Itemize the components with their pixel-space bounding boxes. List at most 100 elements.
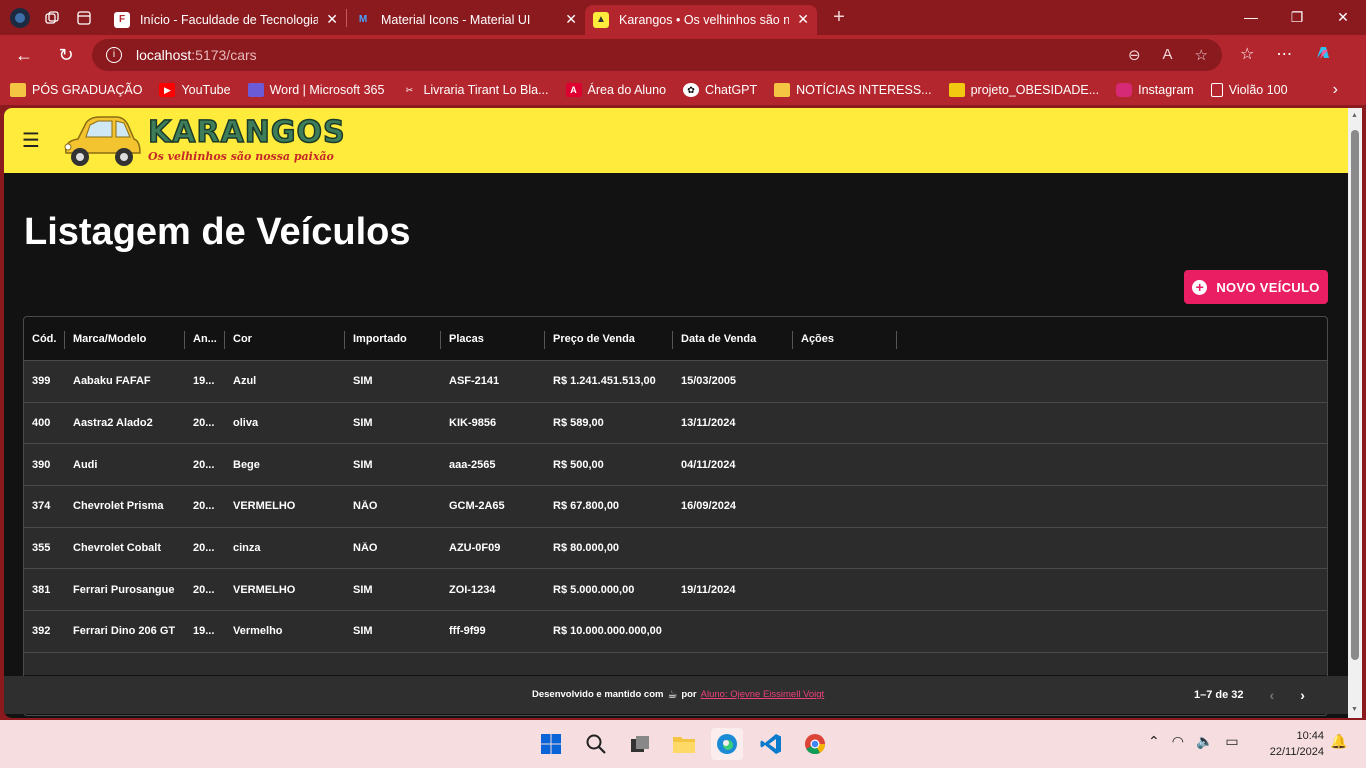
column-separator[interactable] [896,331,897,349]
bookmark-pos-graduacao[interactable]: PÓS GRADUAÇÃO [10,83,142,97]
bookmark-livraria[interactable]: ✂ Livraria Tirant Lo Bla... [401,83,549,97]
table-row[interactable]: 374 Chevrolet Prisma 20... VERMELHO NÃO … [24,486,1327,528]
cell-placa: KIK-9856 [449,417,497,430]
bookmark-area-aluno[interactable]: A Área do Aluno [565,83,666,97]
power-bi-icon [948,83,965,97]
scroll-down-icon[interactable]: ▼ [1351,706,1358,713]
url-input[interactable]: i localhost:5173/cars ⊖ A ☆ [92,39,1222,71]
author-link[interactable]: Aluno: Ojevne Eissimell Voigt [701,689,825,700]
copilot-icon[interactable] [1314,44,1332,67]
favorites-icon[interactable]: ☆ [1240,44,1254,67]
bookmark-instagram[interactable]: Instagram [1116,83,1194,97]
browser-tab-karangos[interactable]: ▲ Karangos • Os velhinhos são nossa ✕ [585,4,817,35]
scroll-thumb[interactable] [1351,130,1359,660]
bookmark-youtube[interactable]: ▶ YouTube [159,83,231,97]
next-page-icon[interactable]: › [1300,687,1305,703]
page-footer: Desenvolvido e mantido com ☕ por Aluno: … [4,676,1348,714]
edge-browser-icon[interactable] [711,728,743,760]
search-icon[interactable] [580,728,612,760]
column-header-data-venda[interactable]: Data de Venda [673,317,793,360]
column-header-acoes[interactable]: Ações [793,317,897,360]
zoom-icon[interactable]: ⊖ [1128,46,1141,64]
tab-title: Karangos • Os velhinhos são nossa [619,12,790,27]
browser-tab-material-icons[interactable]: M Material Icons - Material UI ✕ [347,5,585,35]
close-tab-icon[interactable]: ✕ [565,11,577,28]
close-tab-icon[interactable]: ✕ [797,11,809,28]
taskbar-clock[interactable]: 10:44 22/11/2024 [1258,728,1324,760]
bookmark-noticias[interactable]: NOTÍCIAS INTERESS... [774,83,932,97]
browser-tab-fatec[interactable]: F Início - Faculdade de Tecnologia de ✕ [106,5,346,35]
read-aloud-icon[interactable]: A [1163,46,1173,64]
table-row[interactable]: 381 Ferrari Purosangue 20... VERMELHO SI… [24,569,1327,612]
cell-preco: R$ 80.000,00 [553,542,620,555]
vscode-icon[interactable] [755,728,787,760]
windows-taskbar: ⌃ ◠ 🔈 ▭ 10:44 22/11/2024 🔔 [0,720,1366,768]
task-view-icon[interactable] [624,728,656,760]
tab-actions-icon[interactable] [68,2,100,34]
bookmark-label: ChatGPT [705,83,758,97]
close-window-icon[interactable]: ✕ [1320,9,1366,26]
file-explorer-icon[interactable] [668,728,700,760]
workspaces-icon[interactable] [36,2,68,34]
window-controls: — ❐ ✕ [1228,9,1366,26]
bookmark-label: PÓS GRADUAÇÃO [32,83,143,97]
cell-preco: R$ 67.800,00 [553,500,620,513]
karangos-logo[interactable]: KARANGOS Os velhinhos são nossa paixão [60,113,346,169]
table-row[interactable]: 399 Aabaku FAFAF 19... Azul SIM ASF-2141… [24,361,1327,403]
table-row[interactable]: 400 Aastra2 Alado2 20... oliva SIM KIK-9… [24,402,1327,445]
minimize-icon[interactable]: — [1228,9,1274,26]
page-scrollbar[interactable]: ▲ ▼ [1348,108,1362,718]
cell-data: 16/09/2024 [681,500,737,513]
new-tab-icon[interactable]: + [823,2,855,34]
url-host: localhost [136,47,192,63]
favorite-star-icon[interactable]: ☆ [1195,46,1208,64]
previous-page-icon[interactable]: ‹ [1270,687,1275,703]
notification-bell-icon[interactable]: 🔔 [1330,733,1347,750]
column-header-cor[interactable]: Cor [225,317,345,360]
volume-icon[interactable]: 🔈 [1196,733,1213,750]
cell-ano: 20... [193,458,215,471]
cell-importado: NÃO [353,542,378,555]
wifi-icon[interactable]: ◠ [1172,733,1184,750]
more-options-icon[interactable]: ⋯ [1276,44,1292,67]
refresh-icon[interactable]: ↻ [48,39,84,71]
chrome-icon[interactable] [799,728,831,760]
table-row[interactable]: 392 Ferrari Dino 206 GT 19... Vermelho S… [24,611,1327,653]
cell-cod: 390 [32,458,51,471]
back-icon[interactable]: ← [6,39,42,71]
cell-importado: SIM [353,417,373,430]
bookmark-chatgpt[interactable]: ✿ ChatGPT [683,83,757,97]
table-row[interactable]: 355 Chevrolet Cobalt 20... cinza NÃO AZU… [24,527,1327,570]
scroll-up-icon[interactable]: ▲ [1351,112,1358,119]
cell-preco: R$ 500,00 [553,458,604,471]
battery-icon[interactable]: ▭ [1225,733,1238,750]
maximize-icon[interactable]: ❐ [1274,9,1320,26]
table-row[interactable]: 390 Audi 20... Bege SIM aaa-2565 R$ 500,… [24,444,1327,487]
menu-icon[interactable]: ☰ [22,128,46,153]
chevron-up-icon[interactable]: ⌃ [1148,733,1160,750]
fatec-favicon-icon: F [114,11,130,28]
column-header-placas[interactable]: Placas [441,317,545,360]
footer-by: por [681,689,697,700]
bookmark-violao[interactable]: Violão 100 [1210,83,1288,97]
chevron-right-icon[interactable]: › [1333,81,1338,99]
site-info-icon[interactable]: i [106,47,122,63]
cell-ano: 20... [193,583,215,596]
close-tab-icon[interactable]: ✕ [326,11,338,28]
cell-modelo: Ferrari Purosangue [73,583,175,596]
bookmark-label: NOTÍCIAS INTERESS... [796,83,932,97]
add-circle-icon: + [1192,279,1208,295]
column-header-ano[interactable]: An... [185,317,225,360]
column-header-marca-modelo[interactable]: Marca/Modelo [65,317,185,360]
profile-icon[interactable] [4,2,36,34]
column-header-preco[interactable]: Preço de Venda [545,317,673,360]
column-header-importado[interactable]: Importado [345,317,441,360]
new-vehicle-button[interactable]: + NOVO VEÍCULO [1184,270,1328,304]
folder-icon [10,83,26,97]
column-header-cod[interactable]: Cód. [24,317,65,360]
cell-modelo: Ferrari Dino 206 GT [73,625,176,638]
bookmark-projeto-obesidade[interactable]: projeto_OBESIDADE... [948,83,1099,97]
windows-start-icon[interactable] [535,728,567,760]
logo-text: KARANGOS Os velhinhos são nossa paixão [147,117,346,163]
bookmark-word[interactable]: Word | Microsoft 365 [247,83,384,97]
